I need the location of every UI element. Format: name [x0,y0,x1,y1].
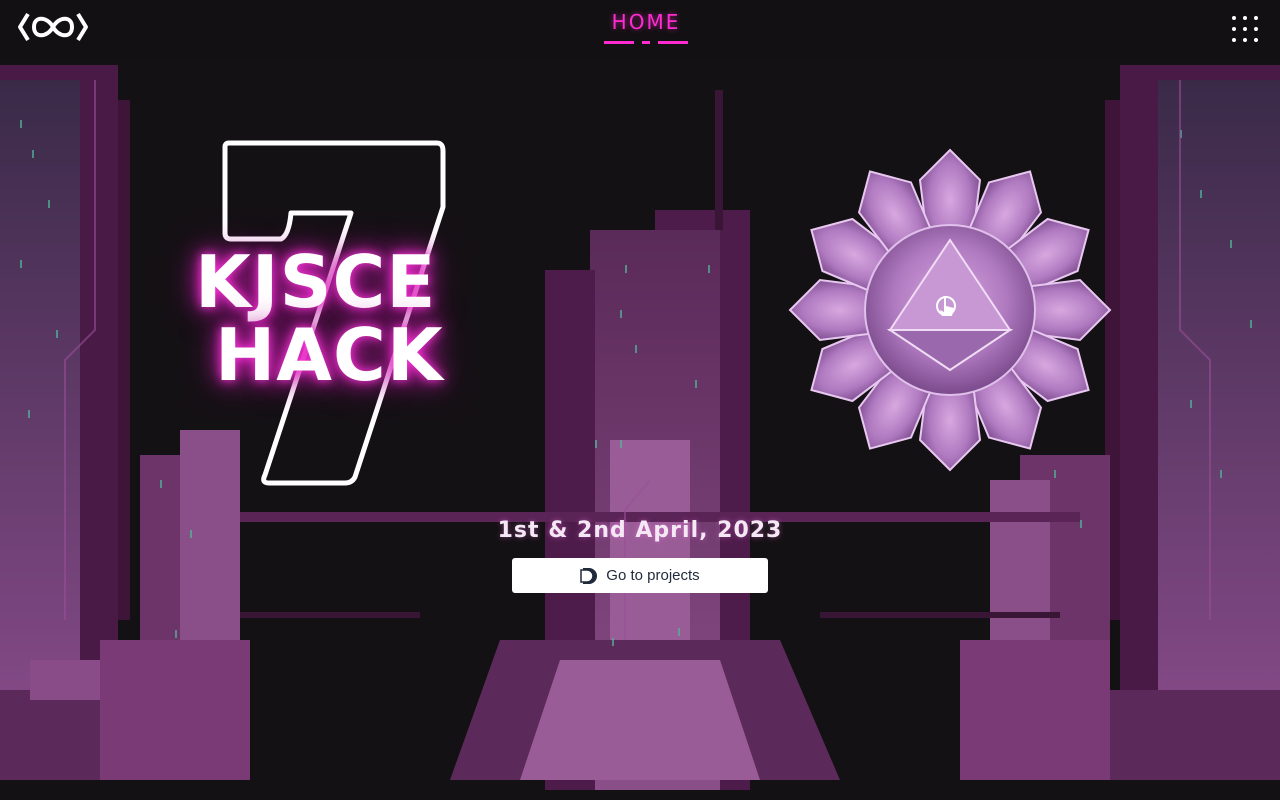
go-to-projects-button[interactable]: Go to projects [512,558,768,593]
hero-title-line2: HACK [215,313,444,397]
nav-home-link[interactable]: HOME [600,10,692,34]
infinity-logo-icon[interactable] [16,10,90,44]
hero-title-line1: KJSCE [195,240,437,324]
nav-active-indicator [604,41,688,44]
go-to-projects-label: Go to projects [606,567,700,584]
top-navigation: HOME [0,0,1280,60]
hero-logo: 7 KJSCE HACK [185,135,485,495]
devfolio-icon [580,567,598,584]
grid-dots-icon[interactable] [1230,14,1260,44]
event-date: 1st & 2nd April, 2023 [497,518,783,543]
crystal-sphere-3d[interactable] [780,140,1120,480]
